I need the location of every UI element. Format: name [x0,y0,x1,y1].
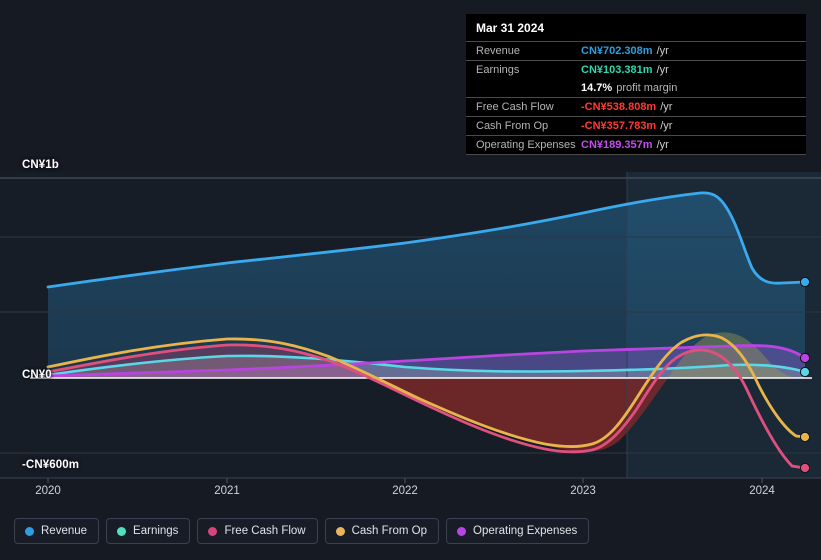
tooltip-unit-free-cash-flow: /yr [660,101,673,113]
legend-item-free-cash-flow[interactable]: Free Cash Flow [197,518,318,544]
tooltip-unit-revenue: /yr [656,45,669,57]
revenue-color-dot-icon [25,526,34,536]
tooltip-unit-operating-expenses: /yr [656,139,669,151]
chart-widget: CN¥1b CN¥0 -CN¥600m 2020 2021 2022 2023 … [0,0,821,560]
tooltip-value-free-cash-flow: -CN¥538.808m [581,101,657,113]
earnings-endpoint [799,366,811,378]
y-axis-label-zero: CN¥0 [22,369,52,381]
y-axis-label-top: CN¥1b [22,159,59,171]
legend-label-free-cash-flow: Free Cash Flow [224,525,306,537]
legend-label-revenue: Revenue [41,525,88,537]
legend-label-operating-expenses: Operating Expenses [473,525,578,537]
x-axis-label-2023: 2023 [570,485,596,497]
tooltip-value-earnings: CN¥103.381m [581,64,653,76]
tooltip-label-free-cash-flow: Free Cash Flow [476,101,554,113]
opex-endpoint [799,352,811,364]
x-axis-label-2022: 2022 [392,485,418,497]
tooltip-unit-profit-margin: profit margin [616,82,678,94]
legend-label-earnings: Earnings [133,525,179,537]
tooltip-date: Mar 31 2024 [476,21,545,35]
tooltip-value-operating-expenses: CN¥189.357m [581,139,653,151]
free-cash-flow-color-dot-icon [208,526,218,536]
x-axis-label-2021: 2021 [214,485,240,497]
chart-legend: Revenue Earnings Free Cash Flow Cash Fro… [14,518,590,544]
tooltip-row-cash-from-op: Cash From Op -CN¥357.783m /yr [466,116,806,135]
tooltip-unit-cash-from-op: /yr [660,120,673,132]
tooltip-value-cash-from-op: -CN¥357.783m [581,120,657,132]
tooltip-label-earnings: Earnings [476,64,520,76]
operating-expenses-color-dot-icon [457,526,467,536]
tooltip-label-revenue: Revenue [476,45,521,57]
legend-item-cash-from-op[interactable]: Cash From Op [324,518,440,544]
tooltip-row-earnings: Earnings CN¥103.381m /yr [466,60,806,79]
tooltip-value-profit-margin: 14.7% [581,82,613,94]
tooltip-label-cash-from-op: Cash From Op [476,120,549,132]
earnings-color-dot-icon [117,526,127,536]
tooltip-row-operating-expenses: Operating Expenses CN¥189.357m /yr [466,135,806,155]
tooltip-label-operating-expenses: Operating Expenses [476,139,576,151]
tooltip-value-revenue: CN¥702.308m [581,45,653,57]
tooltip-unit-earnings: /yr [656,64,669,76]
fcf-endpoint [799,462,811,474]
x-axis-label-2024: 2024 [749,485,775,497]
legend-item-revenue[interactable]: Revenue [14,518,100,544]
legend-label-cash-from-op: Cash From Op [351,525,428,537]
tooltip-row-profit-margin: 14.7% profit margin [466,79,806,97]
x-axis-label-2020: 2020 [35,485,61,497]
data-tooltip: Mar 31 2024 Revenue CN¥702.308m /yr Earn… [466,14,806,155]
cash-from-op-color-dot-icon [335,526,345,536]
y-axis-label-bottom: -CN¥600m [22,459,80,471]
legend-item-earnings[interactable]: Earnings [106,518,191,544]
tooltip-row-free-cash-flow: Free Cash Flow -CN¥538.808m /yr [466,97,806,116]
revenue-endpoint [799,276,811,288]
cfo-endpoint [799,431,811,443]
tooltip-row-revenue: Revenue CN¥702.308m /yr [466,41,806,60]
legend-item-operating-expenses[interactable]: Operating Expenses [446,518,590,544]
